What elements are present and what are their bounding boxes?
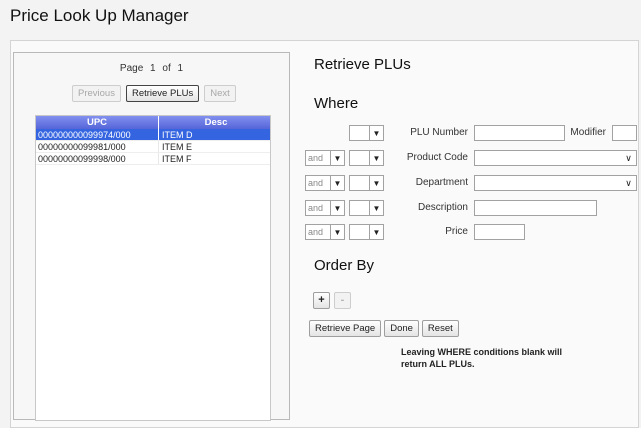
grid-header: UPC Desc	[36, 116, 270, 129]
cell-desc: ITEM E	[162, 142, 193, 152]
page-of-label: of	[162, 63, 171, 74]
reset-button[interactable]: Reset	[421, 320, 459, 337]
condition-row-price: and ▼ ▼	[305, 224, 384, 240]
table-row[interactable]: 000000000099974/000 ITEM D	[36, 129, 270, 141]
price-label: Price	[445, 226, 468, 237]
chevron-down-icon: ▼	[369, 225, 383, 239]
previous-button[interactable]: Previous	[72, 85, 121, 102]
operator-select[interactable]: ▼	[349, 150, 384, 166]
order-by-title: Order By	[314, 257, 375, 274]
condition-row-plu-number: ▼	[305, 125, 384, 141]
department-label: Department	[415, 177, 468, 188]
chevron-down-icon: ▼	[369, 151, 383, 165]
department-select[interactable]: ∨	[474, 175, 637, 191]
page-total: 1	[177, 63, 184, 74]
cell-upc: 00000000099998/000	[36, 153, 159, 164]
cell-upc: 00000000099981/000	[36, 141, 159, 152]
cell-desc: ITEM F	[162, 154, 192, 164]
table-row[interactable]: 00000000099998/000 ITEM F	[36, 153, 270, 165]
connector-select[interactable]: and ▼	[305, 150, 345, 166]
modifier-input[interactable]	[612, 125, 637, 141]
retrieve-plus-button[interactable]: Retrieve PLUs	[125, 85, 200, 102]
next-button[interactable]: Next	[204, 85, 236, 102]
done-button[interactable]: Done	[384, 320, 419, 337]
chevron-down-icon: ∨	[625, 152, 632, 163]
plu-number-label: PLU Number	[410, 127, 468, 138]
product-code-select[interactable]: ∨	[474, 150, 637, 166]
chevron-down-icon: ▼	[330, 151, 344, 165]
column-header-upc[interactable]: UPC	[36, 116, 159, 129]
chevron-down-icon: ▼	[330, 176, 344, 190]
page-label: Page	[119, 63, 144, 74]
operator-select[interactable]: ▼	[349, 175, 384, 191]
connector-select[interactable]: and ▼	[305, 224, 345, 240]
plu-grid: UPC Desc 000000000099974/000 ITEM D 0000…	[35, 115, 271, 421]
operator-select[interactable]: ▼	[349, 224, 384, 240]
cell-upc: 000000000099974/000	[36, 129, 159, 140]
page-current: 1	[150, 63, 156, 74]
connector-select[interactable]: and ▼	[305, 175, 345, 191]
description-label: Description	[417, 202, 468, 213]
modifier-label: Modifier	[570, 127, 606, 138]
description-input[interactable]	[474, 200, 597, 216]
chevron-down-icon: ▼	[369, 201, 383, 215]
retrieve-title: Retrieve PLUs	[314, 56, 411, 73]
condition-row-department: and ▼ ▼	[305, 175, 384, 191]
chevron-down-icon: ▼	[369, 126, 383, 140]
column-header-desc[interactable]: Desc	[159, 116, 270, 129]
cell-desc: ITEM D	[162, 130, 193, 140]
chevron-down-icon: ▼	[330, 201, 344, 215]
where-title: Where	[314, 95, 359, 112]
operator-select[interactable]: ▼	[349, 125, 384, 141]
add-sort-button[interactable]: +	[313, 292, 330, 309]
chevron-down-icon: ▼	[369, 176, 383, 190]
pager-buttons: Previous Retrieve PLUs Next	[72, 85, 236, 102]
product-code-label: Product Code	[406, 152, 468, 163]
window-title: Price Look Up Manager	[10, 6, 189, 25]
condition-row-product-code: and ▼ ▼	[305, 150, 384, 166]
where-help-note: Leaving WHERE conditions blank will retu…	[401, 347, 563, 369]
order-by-controls: + -	[313, 292, 351, 309]
retrieve-page-button[interactable]: Retrieve Page	[309, 320, 382, 337]
chevron-down-icon: ▼	[330, 225, 344, 239]
results-panel: Page 1 of 1 Previous Retrieve PLUs Next …	[13, 52, 290, 421]
condition-row-description: and ▼ ▼	[305, 200, 384, 216]
plu-number-input[interactable]	[474, 125, 565, 141]
chevron-down-icon: ∨	[625, 177, 632, 188]
operator-select[interactable]: ▼	[349, 200, 384, 216]
page-indicator: Page 1 of 1	[14, 63, 289, 74]
connector-select[interactable]: and ▼	[305, 200, 345, 216]
table-row[interactable]: 00000000099981/000 ITEM E	[36, 141, 270, 153]
price-input[interactable]	[474, 224, 525, 240]
remove-sort-button[interactable]: -	[334, 292, 351, 309]
action-buttons: Retrieve Page Done Reset	[309, 320, 459, 337]
